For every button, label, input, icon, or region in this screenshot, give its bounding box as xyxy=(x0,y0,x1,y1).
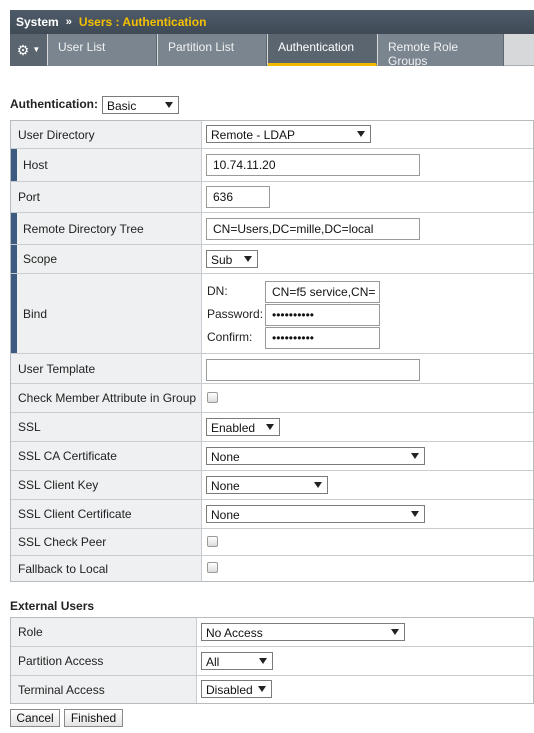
row-user-template: User Template xyxy=(11,354,533,384)
partition-access-label: Partition Access xyxy=(11,647,197,675)
breadcrumb-system[interactable]: System xyxy=(16,15,59,29)
bind-confirm-label: Confirm: xyxy=(207,330,253,344)
cancel-button[interactable]: Cancel xyxy=(10,709,60,727)
scope-value: Sub xyxy=(211,253,233,267)
terminal-access-value: Disabled xyxy=(206,683,253,697)
authentication-mode-value: Basic xyxy=(107,99,137,113)
row-bind: Bind DN: CN=f5 service,CN= Password: •••… xyxy=(11,274,533,354)
row-role: Role No Access xyxy=(11,618,533,647)
host-input[interactable]: 10.74.11.20 xyxy=(206,154,420,176)
ssl-client-certificate-value: None xyxy=(211,508,240,522)
partition-access-select[interactable]: All xyxy=(201,652,273,670)
fallback-to-local-label: Fallback to Local xyxy=(11,556,202,581)
tab-remote-role-groups[interactable]: Remote Role Groups xyxy=(378,34,504,68)
bind-password-label: Password: xyxy=(207,307,264,321)
tab-user-list[interactable]: User List xyxy=(48,34,157,66)
user-template-label: User Template xyxy=(11,354,202,383)
remote-directory-tree-label: Remote Directory Tree xyxy=(11,213,202,244)
ssl-client-key-value: None xyxy=(211,479,240,493)
check-member-checkbox[interactable] xyxy=(207,392,218,403)
row-ssl-client-key: SSL Client Key None xyxy=(11,471,533,500)
port-input[interactable]: 636 xyxy=(206,186,270,208)
user-directory-label: User Directory xyxy=(11,121,202,148)
tab-bar: ⚙ ▼ User List Partition List Authenticat… xyxy=(10,34,534,68)
scope-select[interactable]: Sub xyxy=(206,250,258,268)
ssl-ca-certificate-label: SSL CA Certificate xyxy=(11,442,202,470)
bind-confirm-input[interactable]: •••••••••• xyxy=(265,327,380,349)
row-ssl-check-peer: SSL Check Peer xyxy=(11,529,533,556)
user-directory-select[interactable]: Remote - LDAP xyxy=(206,125,371,143)
row-partition-access: Partition Access All xyxy=(11,647,533,676)
ssl-client-key-select[interactable]: None xyxy=(206,476,328,494)
row-ssl-client-certificate: SSL Client Certificate None xyxy=(11,500,533,529)
row-terminal-access: Terminal Access Disabled xyxy=(11,676,533,703)
terminal-access-select[interactable]: Disabled xyxy=(201,680,272,698)
auth-settings-table: User Directory Remote - LDAP Host 10.74.… xyxy=(10,120,534,582)
ssl-select[interactable]: Enabled xyxy=(206,418,280,436)
ssl-client-key-label: SSL Client Key xyxy=(11,471,202,499)
terminal-access-label: Terminal Access xyxy=(11,676,197,703)
settings-menu-button[interactable]: ⚙ ▼ xyxy=(10,34,47,66)
bind-password-input[interactable]: •••••••••• xyxy=(265,304,380,326)
ssl-label: SSL xyxy=(11,413,202,441)
ssl-check-peer-label: SSL Check Peer xyxy=(11,529,202,555)
breadcrumb-separator: » xyxy=(65,16,72,28)
role-select[interactable]: No Access xyxy=(201,623,405,641)
external-users-table: Role No Access Partition Access All Term… xyxy=(10,617,534,704)
gear-icon: ⚙ xyxy=(16,42,30,58)
row-scope: Scope Sub xyxy=(11,245,533,274)
breadcrumb: System » Users : Authentication xyxy=(10,10,534,34)
authentication-mode-select[interactable]: Basic xyxy=(102,96,179,114)
user-directory-value: Remote - LDAP xyxy=(211,128,296,142)
ssl-value: Enabled xyxy=(211,421,256,435)
ssl-ca-certificate-select[interactable]: None xyxy=(206,447,425,465)
bind-dn-label: DN: xyxy=(207,284,228,298)
tab-authentication[interactable]: Authentication xyxy=(268,34,377,66)
ssl-client-certificate-select[interactable]: None xyxy=(206,505,425,523)
port-label: Port xyxy=(11,182,202,212)
external-users-header: External Users xyxy=(10,599,95,613)
user-template-input[interactable] xyxy=(206,359,420,381)
tab-partition-list[interactable]: Partition List xyxy=(158,34,267,66)
row-ssl-ca-certificate: SSL CA Certificate None xyxy=(11,442,533,471)
ssl-ca-certificate-value: None xyxy=(211,450,240,464)
row-remote-directory-tree: Remote Directory Tree CN=Users,DC=mille,… xyxy=(11,213,533,245)
row-port: Port 636 xyxy=(11,182,533,213)
role-label: Role xyxy=(11,618,197,646)
role-value: No Access xyxy=(206,626,263,640)
row-ssl: SSL Enabled xyxy=(11,413,533,442)
chevron-down-icon: ▼ xyxy=(32,45,41,54)
host-label: Host xyxy=(11,149,202,181)
row-host: Host 10.74.11.20 xyxy=(11,149,533,182)
row-fallback-to-local: Fallback to Local xyxy=(11,556,533,581)
fallback-to-local-checkbox[interactable] xyxy=(207,562,218,573)
breadcrumb-section: Users : Authentication xyxy=(78,15,207,29)
bind-dn-input[interactable]: CN=f5 service,CN= xyxy=(265,281,380,303)
check-member-label: Check Member Attribute in Group xyxy=(11,384,202,412)
row-check-member: Check Member Attribute in Group xyxy=(11,384,533,413)
remote-directory-tree-input[interactable]: CN=Users,DC=mille,DC=local xyxy=(206,218,420,240)
authentication-label: Authentication: xyxy=(10,97,98,111)
partition-access-value: All xyxy=(206,655,220,669)
ssl-check-peer-checkbox[interactable] xyxy=(207,536,218,547)
ssl-client-certificate-label: SSL Client Certificate xyxy=(11,500,202,528)
row-user-directory: User Directory Remote - LDAP xyxy=(11,121,533,149)
bind-label: Bind xyxy=(11,274,202,353)
finished-button[interactable]: Finished xyxy=(64,709,123,727)
scope-label: Scope xyxy=(11,245,202,273)
